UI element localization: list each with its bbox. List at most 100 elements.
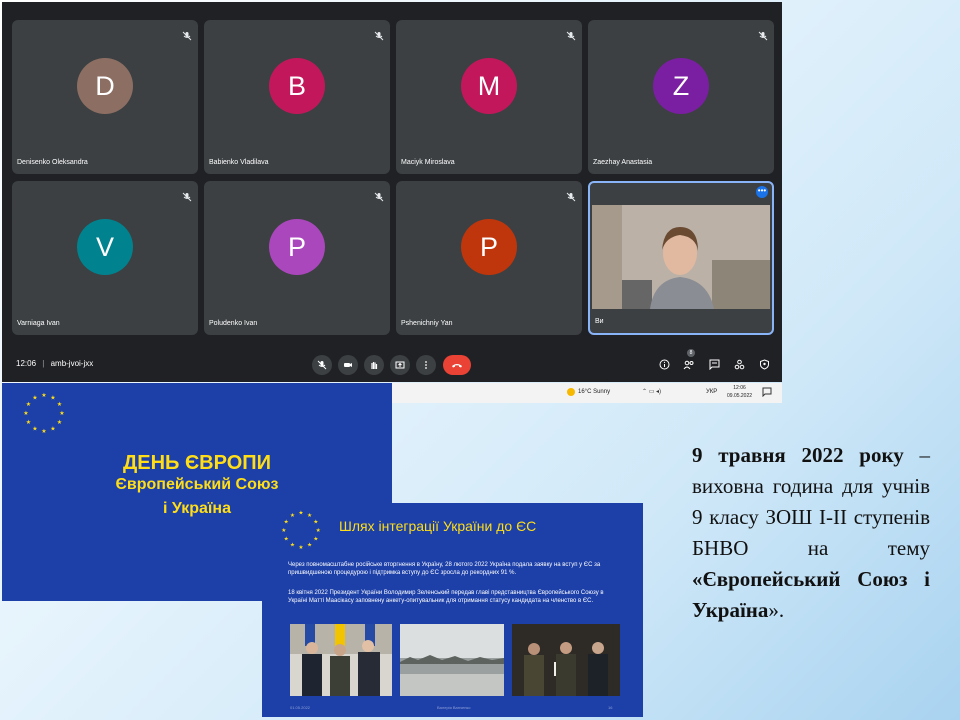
eu-stars-icon: ★ ★★ ★★★ ★★★ ★★★ bbox=[23, 392, 64, 435]
participant-name: Varniaga Ivan bbox=[17, 320, 60, 327]
notification-icon[interactable] bbox=[762, 387, 772, 398]
event-text-end: ». bbox=[768, 598, 785, 622]
svg-text:★: ★ bbox=[307, 512, 312, 519]
participant-name: Denisenko Oleksandra bbox=[17, 159, 88, 166]
avatar: V bbox=[77, 219, 133, 275]
svg-text:★: ★ bbox=[313, 518, 318, 525]
self-label: Ви bbox=[595, 318, 604, 325]
present-screen-icon bbox=[395, 361, 405, 369]
people-icon[interactable]: 8 bbox=[682, 349, 696, 371]
svg-text:★: ★ bbox=[57, 419, 62, 426]
event-date: 9 травня 2022 року bbox=[692, 443, 904, 467]
clock-time: 12:06 bbox=[733, 385, 746, 391]
svg-text:★: ★ bbox=[26, 419, 31, 426]
participant-tile[interactable]: Z Zaezhay Anastasia bbox=[588, 20, 774, 174]
svg-text:★: ★ bbox=[284, 536, 289, 543]
participant-name: Poludenko Ivan bbox=[209, 320, 258, 327]
camera-button[interactable] bbox=[338, 355, 358, 375]
info-icon[interactable] bbox=[657, 357, 671, 371]
system-tray-icons[interactable]: ⌃ ▭ ◂) bbox=[642, 388, 661, 395]
slide2-paragraph: Через повномасштабне російське вторгненн… bbox=[288, 562, 601, 576]
meet-control-bar: 12:06 | amb-jvoi-jxx 8 bbox=[2, 348, 782, 382]
participant-tile[interactable]: V Varniaga Ivan bbox=[12, 181, 198, 335]
avatar: B bbox=[269, 58, 325, 114]
end-call-button[interactable] bbox=[443, 355, 471, 375]
photo-meeting bbox=[512, 624, 620, 696]
slide2-footer-date: 01.05.2022 bbox=[290, 705, 311, 710]
svg-text:★: ★ bbox=[32, 395, 37, 402]
sun-icon bbox=[567, 388, 575, 396]
meeting-time: 12:06 bbox=[16, 359, 37, 368]
chat-icon[interactable] bbox=[707, 357, 721, 371]
mic-off-icon bbox=[374, 28, 384, 41]
participant-count-badge: 8 bbox=[687, 349, 695, 357]
mic-off-icon bbox=[317, 360, 327, 370]
participant-name: Zaezhay Anastasia bbox=[593, 159, 653, 166]
meet-window: D Denisenko Oleksandra B Babienko Vladil… bbox=[2, 2, 782, 382]
svg-text:★: ★ bbox=[50, 395, 55, 402]
camera-icon bbox=[344, 363, 352, 367]
avatar: P bbox=[461, 219, 517, 275]
svg-text:★: ★ bbox=[290, 512, 295, 519]
self-video bbox=[592, 205, 770, 309]
participant-tile[interactable]: B Babienko Vladilava bbox=[204, 20, 390, 174]
svg-text:★: ★ bbox=[290, 542, 295, 549]
participant-name: Babienko Vladilava bbox=[209, 159, 269, 166]
network-icon[interactable]: ▭ bbox=[649, 389, 655, 395]
language-indicator[interactable]: УКР bbox=[706, 389, 717, 395]
slide2-page-number: 16 bbox=[608, 705, 613, 710]
participant-tile[interactable]: P Poludenko Ivan bbox=[204, 181, 390, 335]
slide1-subtitle: Європейський Союз bbox=[115, 476, 279, 493]
avatar: D bbox=[77, 58, 133, 114]
slide2-paragraph: 18 квітня 2022 Президент України Володим… bbox=[288, 590, 604, 604]
participant-tile[interactable]: D Denisenko Oleksandra bbox=[12, 20, 198, 174]
svg-text:★: ★ bbox=[26, 401, 31, 408]
clock[interactable]: 12:06 09.05.2022 bbox=[727, 384, 752, 400]
participant-tile[interactable]: M Maciyk Miroslava bbox=[396, 20, 582, 174]
svg-text:★: ★ bbox=[41, 392, 46, 399]
svg-text:★: ★ bbox=[313, 536, 318, 543]
more-options-button[interactable] bbox=[416, 355, 436, 375]
windows-taskbar: 16°C Sunny ⌃ ▭ ◂) УКР 12:06 09.05.2022 bbox=[392, 383, 782, 403]
svg-text:★: ★ bbox=[307, 542, 312, 549]
activities-icon[interactable] bbox=[732, 357, 746, 371]
slide2-title: Шлях інтеграції України до ЄС bbox=[339, 518, 537, 534]
mic-off-icon bbox=[758, 28, 768, 41]
chevron-up-icon[interactable]: ⌃ bbox=[642, 389, 647, 395]
svg-text:★: ★ bbox=[284, 518, 289, 525]
photo-landscape bbox=[400, 624, 504, 696]
svg-text:★: ★ bbox=[32, 426, 37, 433]
host-controls-icon[interactable] bbox=[757, 357, 771, 371]
mic-off-icon bbox=[182, 189, 192, 202]
present-button[interactable] bbox=[390, 355, 410, 375]
mic-button[interactable] bbox=[312, 355, 332, 375]
mic-off-icon bbox=[566, 189, 576, 202]
avatar: M bbox=[461, 58, 517, 114]
phone-hangup-icon bbox=[452, 364, 462, 368]
eu-stars-icon: ★ ★★ ★★★ ★★★ ★★★ bbox=[281, 510, 321, 551]
avatar: Z bbox=[653, 58, 709, 114]
raise-hand-button[interactable] bbox=[364, 355, 384, 375]
participant-name: Maciyk Miroslava bbox=[401, 159, 455, 166]
participant-name: Pshenichniy Yan bbox=[401, 320, 453, 327]
volume-icon[interactable]: ◂) bbox=[656, 389, 661, 395]
clock-date: 09.05.2022 bbox=[727, 393, 753, 399]
more-options-icon[interactable]: ••• bbox=[756, 186, 768, 198]
mic-off-icon bbox=[182, 28, 192, 41]
meeting-info: 12:06 | amb-jvoi-jxx bbox=[16, 359, 94, 368]
svg-text:★: ★ bbox=[57, 401, 62, 408]
slide1-title: ДЕНЬ ЄВРОПИ bbox=[122, 452, 272, 474]
svg-text:★: ★ bbox=[281, 527, 286, 534]
weather-text[interactable]: 16°C Sunny bbox=[578, 389, 610, 395]
event-topic: «Європейський Союз і Україна bbox=[692, 567, 930, 622]
slide2-footer-author: Валерія Ванченко bbox=[437, 705, 471, 710]
mic-off-icon bbox=[566, 28, 576, 41]
hand-icon bbox=[371, 362, 378, 369]
svg-text:★: ★ bbox=[316, 527, 321, 534]
self-video-tile[interactable]: ••• Ви bbox=[588, 181, 774, 335]
participant-tile[interactable]: P Pshenichniy Yan bbox=[396, 181, 582, 335]
meeting-code: amb-jvoi-jxx bbox=[50, 359, 94, 368]
svg-text:★: ★ bbox=[23, 410, 28, 417]
svg-text:★: ★ bbox=[298, 544, 303, 551]
avatar: P bbox=[269, 219, 325, 275]
